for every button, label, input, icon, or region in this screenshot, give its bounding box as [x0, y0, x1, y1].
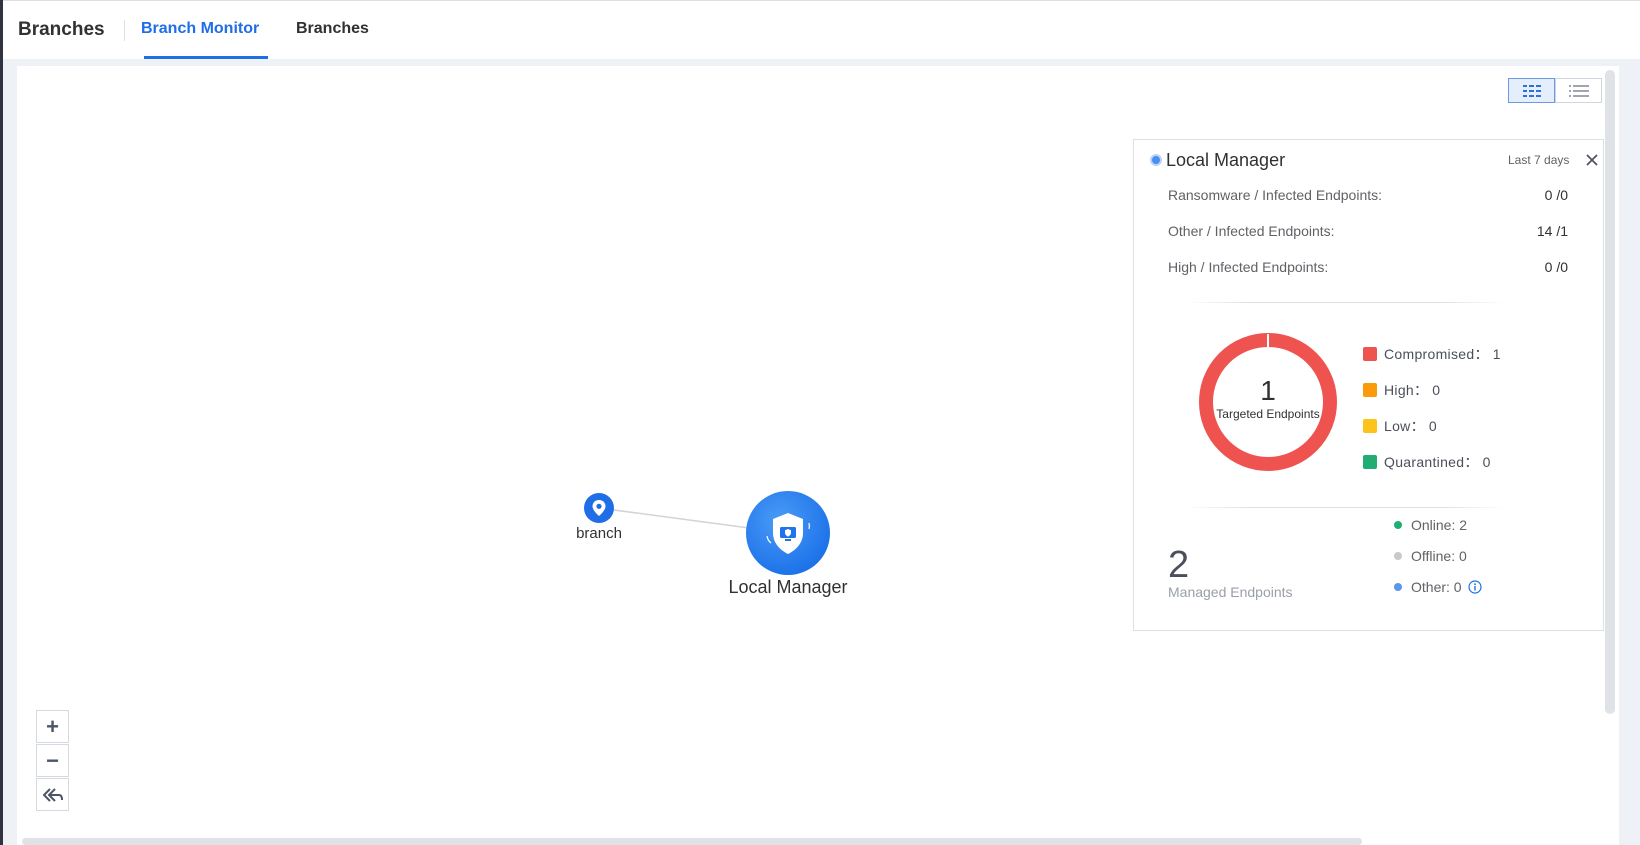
legend-value: 0	[1432, 382, 1441, 398]
legend-label: Compromised：	[1384, 346, 1489, 362]
zoom-out-button[interactable]: −	[36, 744, 69, 777]
stat-label: Other / Infected Endpoints:	[1168, 223, 1335, 239]
status-label: Other: 0	[1411, 578, 1462, 595]
app-window: Branches Branch Monitor Branches branch …	[0, 0, 1640, 845]
reset-view-button[interactable]	[36, 778, 69, 811]
status-dot	[1394, 582, 1402, 591]
branch-node[interactable]	[584, 493, 614, 523]
donut-center-value: 1	[1260, 375, 1276, 406]
double-back-arrow-icon	[42, 787, 63, 802]
stat-row-ransomware: Ransomware / Infected Endpoints: 0 /0	[1168, 187, 1568, 203]
status-offline: Offline: 0	[1394, 540, 1482, 571]
legend-swatch	[1363, 383, 1377, 397]
horizontal-scrollbar[interactable]	[22, 838, 1362, 845]
legend-label: Low：	[1384, 418, 1425, 434]
legend-swatch	[1363, 455, 1377, 469]
status-dot	[1394, 520, 1402, 529]
status-label: Offline: 0	[1411, 547, 1467, 564]
stat-value: 0 /0	[1544, 259, 1568, 275]
shield-icon	[766, 513, 810, 554]
section-divider	[1186, 507, 1506, 508]
status-label: Online: 2	[1411, 516, 1468, 533]
vertical-scrollbar[interactable]	[1605, 70, 1615, 714]
stat-value: 0 /0	[1544, 187, 1568, 203]
stat-row-other: Other / Infected Endpoints: 14 /1	[1168, 223, 1568, 239]
legend-value: 0	[1482, 454, 1491, 470]
endpoint-status-list: Online: 2 Offline: 0 Other: 0	[1394, 509, 1482, 602]
status-dot	[1394, 551, 1402, 560]
legend-label: Quarantined：	[1384, 454, 1479, 470]
time-range-label: Last 7 days	[1508, 153, 1570, 167]
legend-swatch	[1363, 419, 1377, 433]
panel-title: Local Manager	[1166, 150, 1286, 170]
status-online: Online: 2	[1394, 509, 1482, 540]
location-pin-icon	[592, 500, 606, 516]
section-divider	[1186, 302, 1506, 303]
legend-value: 0	[1428, 418, 1437, 434]
legend-value: 1	[1492, 346, 1501, 362]
legend-item-high: High： 0	[1363, 381, 1440, 399]
local-manager-node-label: Local Manager	[728, 577, 848, 597]
legend-item-compromised: Compromised： 1	[1363, 345, 1501, 363]
managed-endpoints-label: Managed Endpoints	[1168, 584, 1293, 600]
close-icon[interactable]	[1584, 152, 1600, 168]
node-detail-panel: Local Manager Last 7 days Ransomware / I…	[1133, 139, 1604, 631]
stat-label: High / Infected Endpoints:	[1168, 259, 1329, 275]
donut-center-label: Targeted Endpoints	[1216, 407, 1320, 421]
local-manager-node[interactable]	[746, 491, 830, 575]
legend-label: High：	[1384, 382, 1429, 398]
stat-row-high: High / Infected Endpoints: 0 /0	[1168, 259, 1568, 275]
branch-node-label: branch	[576, 525, 622, 542]
status-other: Other: 0	[1394, 571, 1482, 602]
info-icon[interactable]	[1467, 579, 1482, 594]
zoom-in-button[interactable]: +	[36, 710, 69, 743]
stat-value: 14 /1	[1536, 223, 1568, 239]
legend-item-low: Low： 0	[1363, 417, 1437, 435]
legend-swatch	[1363, 347, 1377, 361]
zoom-controls: + −	[36, 710, 70, 812]
stat-label: Ransomware / Infected Endpoints:	[1168, 187, 1383, 203]
legend-item-quarantined: Quarantined： 0	[1363, 453, 1491, 471]
managed-endpoints-count: 2	[1168, 544, 1190, 586]
status-dot-icon	[1150, 154, 1162, 166]
